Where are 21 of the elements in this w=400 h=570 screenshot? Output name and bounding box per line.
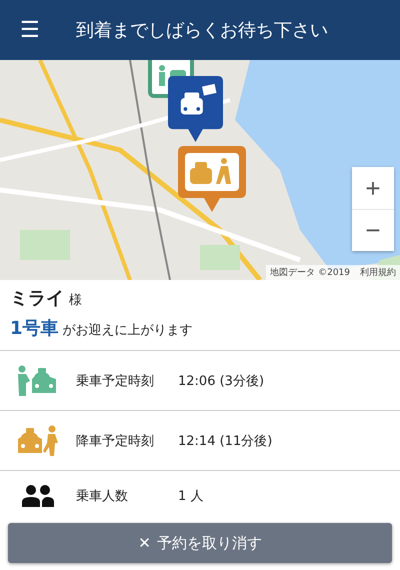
map-attribution: 地図データ ©2019 xyxy=(270,266,350,279)
row-value: 12:14 (11分後) xyxy=(178,432,272,450)
vehicle-number: 1号車 xyxy=(10,317,59,340)
row-label: 乗車予定時刻 xyxy=(76,372,155,390)
row-value: 1 人 xyxy=(178,488,204,505)
zoom-out-button[interactable]: − xyxy=(352,209,394,251)
header-title: 到着までしばらくお待ち下さい xyxy=(76,19,328,42)
pickup-message: がお迎えに上がります xyxy=(62,322,193,339)
car-marker-icon[interactable] xyxy=(168,76,223,142)
menu-button[interactable]: ☰ xyxy=(0,0,60,60)
zoom-in-button[interactable]: + xyxy=(352,167,394,209)
people-icon xyxy=(22,485,54,507)
row-label: 乗車人数 xyxy=(76,488,129,505)
customer-name: ミライ xyxy=(10,287,64,310)
row-value: 12:06 (3分後) xyxy=(178,372,264,390)
dropoff-marker-icon[interactable] xyxy=(176,144,248,214)
cancel-button[interactable]: ✕ 予約を取り消す xyxy=(8,523,392,563)
terms-link[interactable]: 利用規約 xyxy=(360,266,396,279)
row-label: 降車予定時刻 xyxy=(76,432,155,450)
honorific: 様 xyxy=(69,292,82,309)
taxi-person-icon xyxy=(18,424,58,456)
